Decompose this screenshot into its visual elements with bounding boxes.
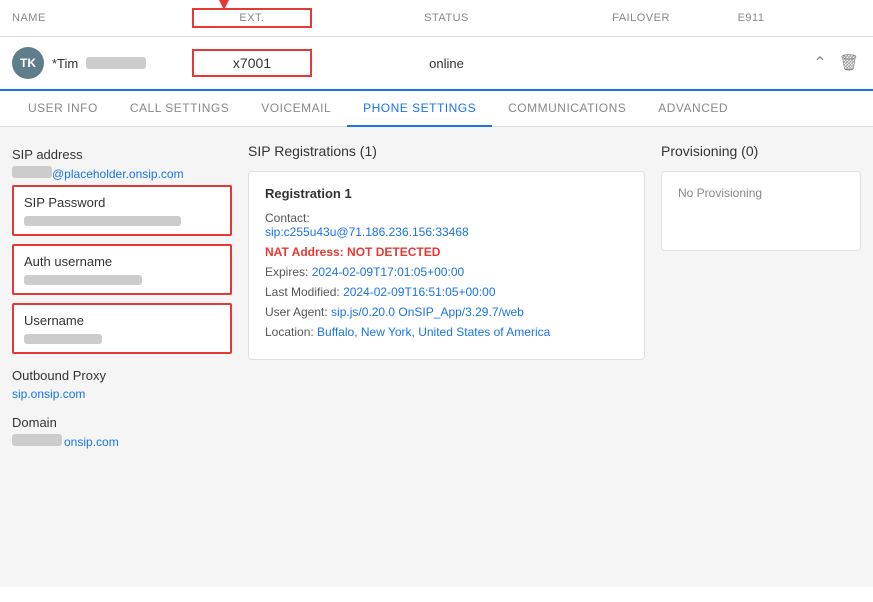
nat-warning: NAT Address: NOT DETECTED — [265, 245, 628, 259]
user-name-cell: TK *Tim — [12, 47, 192, 79]
tab-user-info[interactable]: USER INFO — [12, 91, 114, 127]
auth-username-label: Auth username — [24, 254, 220, 269]
user-name: *Tim — [52, 56, 78, 71]
domain-label: Domain — [12, 415, 232, 430]
username-label: Username — [24, 313, 220, 328]
provisioning-title: Provisioning (0) — [661, 143, 861, 159]
middle-panel: SIP Registrations (1) Registration 1 Con… — [248, 143, 645, 571]
auth-username-value — [24, 275, 142, 285]
user-agent-field: User Agent: sip.js/0.20.0 OnSIP_App/3.29… — [265, 305, 628, 319]
table-header: NAME EXT. STATUS FAILOVER E911 — [0, 0, 873, 37]
location-field: Location: Buffalo, New York, United Stat… — [265, 325, 628, 339]
registration-title: Registration 1 — [265, 186, 628, 201]
provisioning-card: No Provisioning — [661, 171, 861, 251]
username-value — [24, 334, 102, 344]
arrow-icon — [212, 0, 267, 10]
right-panel: Provisioning (0) No Provisioning — [661, 143, 861, 571]
contact-value: sip:c255u43u@71.186.236.156:33468 — [265, 225, 469, 239]
contact-field: Contact: sip:c255u43u@71.186.236.156:334… — [265, 211, 628, 239]
outbound-proxy-value[interactable]: sip.onsip.com — [12, 387, 232, 401]
tab-communications[interactable]: COMMUNICATIONS — [492, 91, 642, 127]
outbound-proxy-label: Outbound Proxy — [12, 368, 232, 383]
col-header-failover: FAILOVER — [581, 12, 701, 24]
sip-password-field: SIP Password — [12, 185, 232, 236]
sip-address-value[interactable]: @placeholder.onsip.com — [12, 166, 232, 181]
sip-password-value — [24, 216, 181, 226]
sip-registrations-title: SIP Registrations (1) — [248, 143, 645, 159]
sip-address-label: SIP address — [12, 147, 232, 162]
domain-value: onsip.com — [12, 434, 232, 449]
registration-card: Registration 1 Contact: sip:c255u43u@71.… — [248, 171, 645, 360]
left-panel: SIP address @placeholder.onsip.com SIP P… — [12, 143, 232, 571]
user-name-blurred — [86, 57, 146, 69]
tab-advanced[interactable]: ADVANCED — [642, 91, 744, 127]
user-ext: x7001 — [192, 49, 312, 77]
tab-call-settings[interactable]: CALL SETTINGS — [114, 91, 245, 127]
tab-voicemail[interactable]: VOICEMAIL — [245, 91, 347, 127]
user-status: online — [312, 56, 581, 71]
auth-username-field: Auth username — [12, 244, 232, 295]
expires-field: Expires: 2024-02-09T17:01:05+00:00 — [265, 265, 628, 279]
user-row: TK *Tim x7001 online ⌃ 🗑 — [0, 37, 873, 91]
collapse-button[interactable]: ⌃ — [811, 51, 828, 75]
sip-password-label: SIP Password — [24, 195, 220, 210]
col-header-ext: EXT. — [192, 8, 312, 28]
col-header-e911: E911 — [701, 12, 801, 24]
content-area: SIP address @placeholder.onsip.com SIP P… — [0, 127, 873, 587]
avatar: TK — [12, 47, 44, 79]
col-header-name: NAME — [12, 12, 192, 24]
no-provisioning-text: No Provisioning — [678, 186, 844, 200]
tabs-bar: USER INFO CALL SETTINGS VOICEMAIL PHONE … — [0, 91, 873, 127]
delete-button[interactable]: 🗑 — [837, 51, 861, 75]
tab-phone-settings[interactable]: PHONE SETTINGS — [347, 91, 492, 127]
col-header-status: STATUS — [312, 12, 581, 24]
last-modified-field: Last Modified: 2024-02-09T16:51:05+00:00 — [265, 285, 628, 299]
username-field: Username — [12, 303, 232, 354]
user-actions: ⌃ 🗑 — [801, 51, 861, 75]
